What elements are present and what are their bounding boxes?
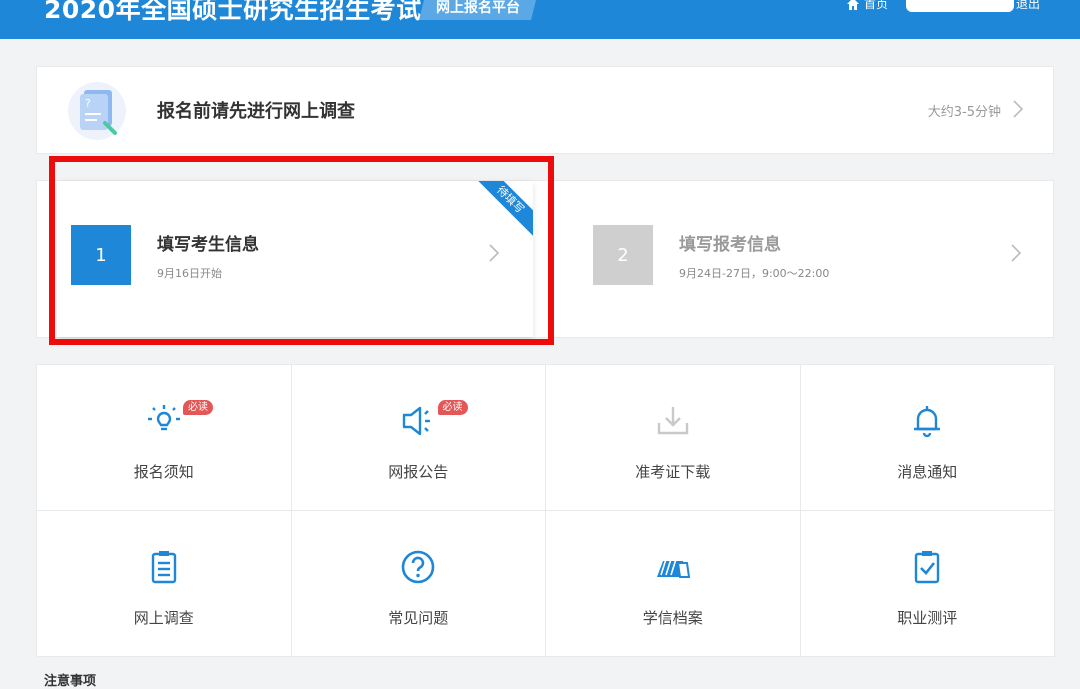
download-icon — [657, 407, 688, 435]
survey-title: 报名前请先进行网上调查 — [157, 101, 355, 122]
step-number: 2 — [593, 225, 653, 285]
grid-item-faq[interactable]: 常见问题 — [291, 511, 546, 657]
chevron-right-icon — [1011, 244, 1021, 262]
grid-item-label: 准考证下载 — [635, 463, 711, 481]
bell-icon — [914, 406, 941, 438]
clipboard-check-icon — [915, 551, 940, 584]
svg-text:?: ? — [85, 97, 91, 110]
grid-item-notifications[interactable]: 消息通知 — [800, 365, 1055, 511]
top-header: 2020年全国硕士研究生招生考试 网上报名平台 首页 退出 — [0, 0, 1080, 39]
lightbulb-icon — [147, 405, 180, 431]
folders-icon — [656, 558, 690, 578]
grid-item-xuexin-archive[interactable]: 学信档案 — [546, 511, 801, 657]
grid-item-registration-notice[interactable]: 必读 报名须知 — [37, 365, 292, 511]
must-read-badge: 必读 — [183, 400, 213, 415]
home-icon — [847, 0, 859, 10]
megaphone-icon — [403, 406, 431, 436]
grid-item-label: 报名须知 — [133, 463, 194, 481]
grid-item-label: 网报公告 — [388, 463, 449, 481]
grid-item-career-assessment[interactable]: 职业测评 — [800, 511, 1055, 657]
grid-item-online-survey[interactable]: 网上调查 — [37, 511, 292, 657]
must-read-badge: 必读 — [437, 400, 468, 415]
grid-item-label: 常见问题 — [388, 609, 449, 627]
platform-tag: 网上报名平台 — [419, 0, 537, 20]
page-title: 2020年全国硕士研究生招生考试 — [44, 0, 422, 24]
question-circle-icon — [401, 550, 435, 584]
survey-banner[interactable]: ? 报名前请先进行网上调查 大约3-5分钟 — [36, 66, 1054, 154]
document-question-icon: ? — [68, 82, 126, 140]
notice-heading: 注意事项 — [44, 674, 97, 689]
grid-item-label: 消息通知 — [897, 463, 958, 481]
logout-link[interactable]: 退出 — [1016, 0, 1040, 12]
grid-item-label: 职业测评 — [897, 609, 958, 627]
clipboard-list-icon — [151, 551, 176, 584]
home-link[interactable]: 首页 — [846, 0, 888, 12]
function-grid: 必读 报名须知 必读 网报公告 准考证下载 消息通知 网上调查 常见问题 学信档… — [36, 364, 1055, 657]
username-redacted — [906, 0, 1014, 12]
grid-item-admission-ticket-download[interactable]: 准考证下载 — [546, 365, 801, 511]
step-title: 填写报考信息 — [679, 235, 781, 255]
step-date: 9月24日-27日，9:00～22:00 — [679, 267, 830, 280]
survey-duration: 大约3-5分钟 — [927, 105, 1001, 120]
grid-item-label: 学信档案 — [642, 609, 703, 627]
grid-item-announcement[interactable]: 必读 网报公告 — [291, 365, 546, 511]
red-highlight-box — [49, 156, 554, 345]
grid-item-label: 网上调查 — [133, 609, 194, 627]
chevron-right-icon — [1013, 100, 1023, 118]
